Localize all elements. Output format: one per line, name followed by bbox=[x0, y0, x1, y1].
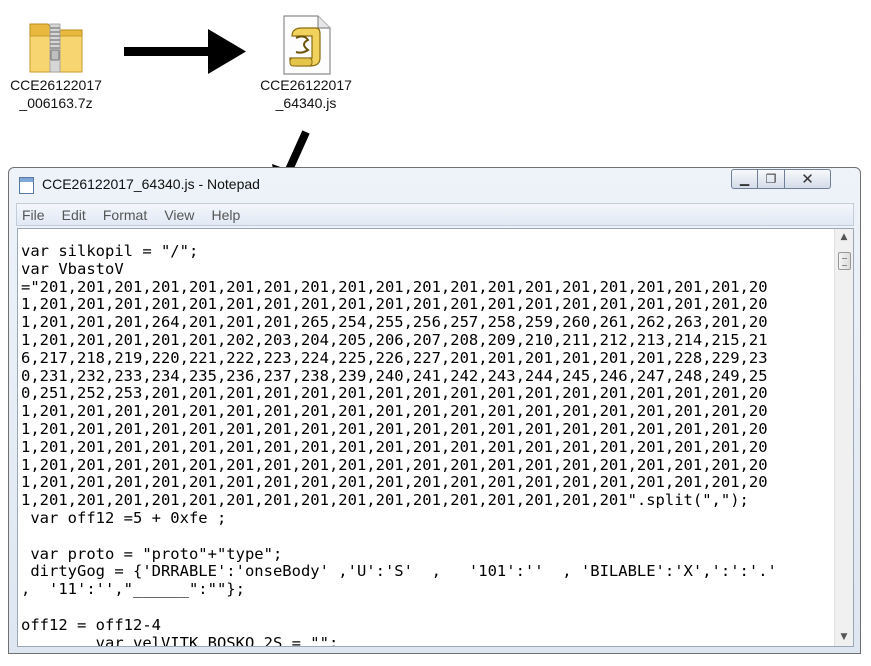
notepad-icon bbox=[19, 177, 34, 194]
menu-help[interactable]: Help bbox=[207, 204, 246, 223]
maximize-button[interactable]: ❐ bbox=[758, 169, 785, 189]
file-content[interactable]: var silkopil = "/"; var VbastoV ="201,20… bbox=[21, 242, 829, 646]
menu-view[interactable]: View bbox=[159, 204, 199, 223]
menu-format[interactable]: Format bbox=[98, 204, 152, 223]
arrow-right-icon bbox=[124, 29, 246, 74]
menu-edit[interactable]: Edit bbox=[57, 204, 91, 223]
close-button[interactable]: ✕ bbox=[785, 169, 831, 189]
window-title: CCE26122017_64340.js - Notepad bbox=[42, 176, 260, 192]
archive-file-label: CCE26122017 _006163.7z bbox=[10, 77, 102, 111]
scroll-up-icon[interactable]: ▲ bbox=[835, 229, 853, 246]
minimize-button[interactable]: ▁ bbox=[731, 169, 758, 189]
scroll-down-icon[interactable]: ▼ bbox=[835, 629, 853, 646]
title-bar[interactable]: CCE26122017_64340.js - Notepad ▁ ❐ ✕ bbox=[9, 168, 860, 202]
js-script-icon bbox=[283, 15, 331, 75]
scroll-thumb[interactable] bbox=[838, 252, 851, 270]
vertical-scrollbar[interactable]: ▲ ▼ bbox=[834, 229, 853, 646]
script-file[interactable]: CCE26122017 _64340.js bbox=[256, 14, 356, 112]
text-editor[interactable]: var silkopil = "/"; var VbastoV ="201,20… bbox=[17, 228, 854, 647]
archive-file[interactable]: CCE26122017 _006163.7z bbox=[6, 14, 106, 112]
menu-bar: File Edit Format View Help bbox=[16, 203, 854, 226]
notepad-window: CCE26122017_64340.js - Notepad ▁ ❐ ✕ Fil… bbox=[8, 167, 861, 654]
script-file-label: CCE26122017 _64340.js bbox=[260, 77, 352, 111]
menu-file[interactable]: File bbox=[17, 204, 50, 223]
zip-folder-icon bbox=[29, 23, 83, 73]
